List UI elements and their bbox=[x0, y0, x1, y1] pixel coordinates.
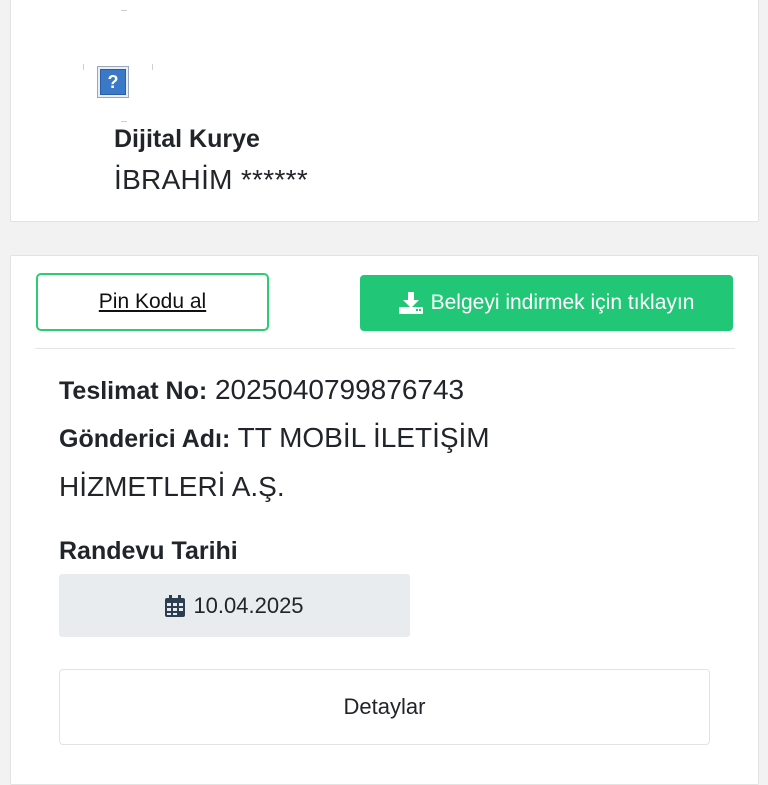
pin-code-button[interactable]: Pin Kodu al bbox=[36, 273, 269, 331]
download-icon bbox=[398, 292, 423, 314]
courier-name: İBRAHİM ****** bbox=[114, 164, 309, 195]
sender-name-label: Gönderici Adı bbox=[59, 425, 222, 453]
divider bbox=[35, 348, 735, 349]
delivery-number-label: Teslimat No bbox=[59, 377, 199, 405]
delivery-number-row: Teslimat No: 2025040799876743 bbox=[59, 374, 465, 405]
courier-card: ? Dijital Kurye İBRAHİM ****** bbox=[10, 0, 759, 222]
broken-image-icon: ? bbox=[97, 66, 129, 98]
delivery-number-value: 2025040799876743 bbox=[214, 374, 465, 405]
question-mark-icon: ? bbox=[100, 69, 126, 95]
download-label: Belgeyi indirmek için tıklayın bbox=[430, 291, 695, 314]
sender-name-row: Gönderici Adı: TT MOBİL İLETİŞİM HİZMETL… bbox=[59, 422, 490, 502]
appointment-date-label: Randevu Tarihi bbox=[59, 537, 238, 565]
calendar-icon bbox=[165, 594, 186, 617]
courier-avatar: ? bbox=[83, 10, 153, 122]
pin-code-label: Pin Kodu al bbox=[98, 290, 207, 313]
details-label: Detaylar bbox=[343, 694, 426, 719]
delivery-card: Pin Kodu al Belgeyi indirmek için tıklay… bbox=[10, 255, 759, 785]
courier-title: Dijital Kurye bbox=[114, 125, 260, 153]
download-document-button[interactable]: Belgeyi indirmek için tıklayın bbox=[360, 275, 733, 331]
appointment-date-value: 10.04.2025 bbox=[193, 592, 304, 618]
appointment-date-field[interactable]: 10.04.2025 bbox=[59, 574, 410, 637]
details-button[interactable]: Detaylar bbox=[59, 669, 710, 745]
